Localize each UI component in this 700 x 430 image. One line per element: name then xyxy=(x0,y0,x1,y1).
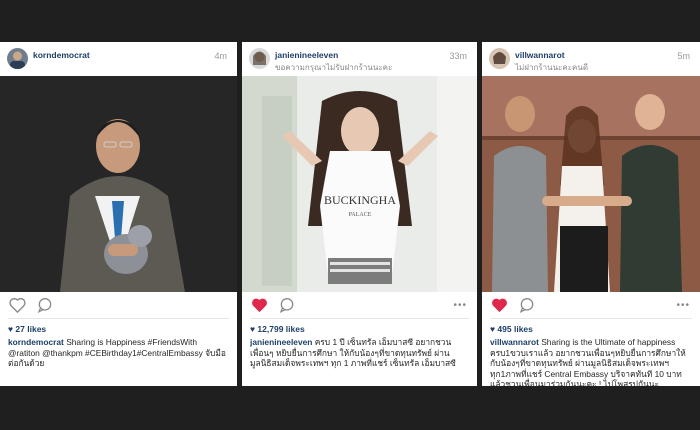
post-timestamp: 4m xyxy=(214,51,227,61)
avatar[interactable] xyxy=(7,48,28,69)
likes-count[interactable]: ♥ 27 likes xyxy=(8,324,46,334)
likes-count[interactable]: ♥ 12,799 likes xyxy=(250,324,305,334)
divider xyxy=(490,318,692,319)
caption-username[interactable]: janienineeleven xyxy=(250,337,312,347)
post-header: janienineeleven ขอความกรุณาไม่รับฝากร้าน… xyxy=(242,42,477,76)
instagram-post-janienineeleven: janienineeleven ขอความกรุณาไม่รับฝากร้าน… xyxy=(242,42,477,386)
svg-text:BUCKINGHA: BUCKINGHA xyxy=(324,193,396,207)
instagram-post-korndemocrat: korndemocrat 4m ♥ 27 likes korndemocrat … xyxy=(0,42,237,386)
post-photo[interactable]: BUCKINGHA PALACE xyxy=(242,76,477,292)
likes-count-text: 12,799 likes xyxy=(257,324,305,334)
post-timestamp: 33m xyxy=(449,51,467,61)
post-timestamp: 5m xyxy=(677,51,690,61)
caption-username[interactable]: villwannarot xyxy=(490,337,539,347)
likes-count-text: 495 likes xyxy=(497,324,533,334)
post-actions xyxy=(0,294,237,316)
post-photo[interactable] xyxy=(482,76,700,292)
post-header: villwannarot ไม่ฝากร้านนะคะคนดี 5m xyxy=(482,42,700,76)
post-header: korndemocrat 4m xyxy=(0,42,237,76)
avatar[interactable] xyxy=(489,48,510,69)
comment-bubble-icon[interactable] xyxy=(279,297,295,313)
instagram-post-villwannarot: villwannarot ไม่ฝากร้านนะคะคนดี 5m ••• ♥… xyxy=(482,42,700,386)
more-options-icon[interactable]: ••• xyxy=(453,300,467,311)
comment-bubble-icon[interactable] xyxy=(519,297,535,313)
caption-username[interactable]: korndemocrat xyxy=(8,337,64,347)
post-username[interactable]: villwannarot xyxy=(515,50,565,60)
post-subtitle: ขอความกรุณาไม่รับฝากร้านนะคะ xyxy=(275,63,393,72)
post-caption: janienineeleven ครบ 1 ปี เซ็นทรัล เอ็มบา… xyxy=(250,337,469,386)
svg-text:PALACE: PALACE xyxy=(349,212,372,218)
like-heart-icon[interactable] xyxy=(9,297,26,313)
bottom-black-band xyxy=(0,386,700,430)
post-actions: ••• xyxy=(242,294,477,316)
like-heart-icon[interactable] xyxy=(491,297,508,313)
likes-count[interactable]: ♥ 495 likes xyxy=(490,324,533,334)
divider xyxy=(8,318,229,319)
post-username[interactable]: janienineeleven xyxy=(275,50,338,60)
more-options-icon[interactable]: ••• xyxy=(676,300,690,311)
comment-bubble-icon[interactable] xyxy=(37,297,53,313)
post-username[interactable]: korndemocrat xyxy=(33,50,90,60)
post-photo[interactable] xyxy=(0,76,237,292)
post-caption: villwannarot Sharing is the Ultimate of … xyxy=(490,337,692,386)
post-caption: korndemocrat Sharing is Happiness #Frien… xyxy=(8,337,229,386)
likes-count-text: 27 likes xyxy=(15,324,47,334)
post-subtitle: ไม่ฝากร้านนะคะคนดี xyxy=(515,63,589,72)
like-heart-icon[interactable] xyxy=(251,297,268,313)
avatar[interactable] xyxy=(249,48,270,69)
post-actions: ••• xyxy=(482,294,700,316)
divider xyxy=(250,318,469,319)
top-black-band xyxy=(0,0,700,42)
